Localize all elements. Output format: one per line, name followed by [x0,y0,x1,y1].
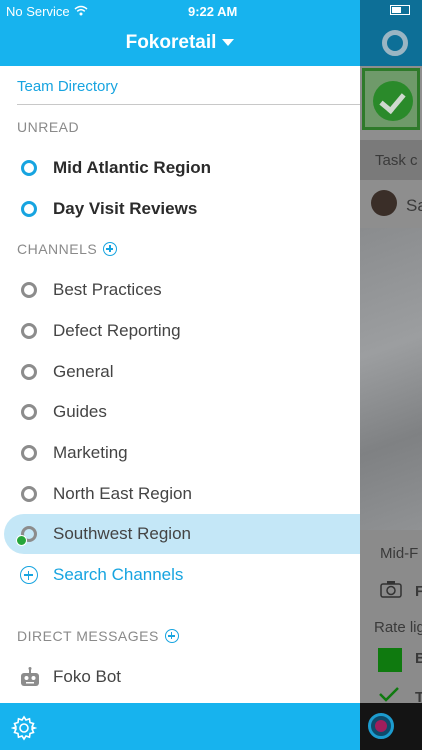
channel-item-day-visit-reviews[interactable]: Day Visit Reviews [0,189,360,229]
region-text: Mid-F [380,545,419,562]
channel-label: Guides [53,402,107,421]
green-square-icon [378,648,402,672]
chevron-down-icon [222,39,235,47]
background-content-pane[interactable]: Task c Sa Mid-F F Rate lig B T [360,0,422,750]
search-channels-button[interactable]: Search Channels [0,555,360,595]
search-channels-label: Search Channels [53,565,184,584]
status-bar: No Service 9:22 AM [0,4,422,20]
divider [17,104,360,105]
drawer-footer [0,703,360,750]
channel-label: Southwest Region [53,524,191,543]
ring-icon [382,30,408,56]
checkmark-logo-icon [373,81,413,121]
photo-image [360,228,422,530]
channel-label: General [53,362,114,381]
clock-text: 9:22 AM [188,4,238,19]
section-unread: UNREAD [17,119,79,135]
channel-label: Defect Reporting [53,321,181,340]
robot-icon [21,667,39,686]
section-channels: CHANNELS [17,241,118,257]
user-name-text: Sa [406,196,422,215]
channel-label: Best Practices [53,280,162,299]
channel-item-mid-atlantic-region[interactable]: Mid Atlantic Region [0,148,360,188]
channel-ring-icon [21,445,37,461]
channel-ring-icon [21,323,37,339]
channel-item-north-east-region[interactable]: North East Region [0,474,360,514]
navigation-drawer: Fokoretail Team Directory UNREAD Mid Atl… [0,0,360,750]
add-channel-icon[interactable] [103,242,118,256]
content-footer [360,703,422,750]
plus-circle-icon [20,566,38,584]
channel-item-best-practices[interactable]: Best Practices [0,270,360,310]
channel-ring-icon [21,160,37,176]
row-b-text: B [415,650,422,667]
channel-item-southwest-region[interactable]: Southwest Region [4,514,360,554]
carrier-text: No Service [6,4,70,19]
row-f-text: F [415,583,422,600]
channel-ring-icon [21,282,37,298]
channel-label: Marketing [53,443,128,462]
channel-ring-icon [21,201,37,217]
check-icon [379,687,399,702]
channel-label: Mid Atlantic Region [53,158,212,177]
channel-label: Day Visit Reviews [53,199,198,218]
team-directory-link[interactable]: Team Directory [17,78,118,95]
app-logo [362,68,420,130]
team-switcher[interactable]: Fokoretail [0,32,360,54]
channel-item-marketing[interactable]: Marketing [0,433,360,473]
avatar [371,190,397,216]
channel-item-guides[interactable]: Guides [0,392,360,432]
rate-text: Rate lig [374,619,422,636]
section-channels-label: CHANNELS [17,241,98,257]
channel-ring-icon [21,404,37,420]
record-button-icon[interactable] [368,713,394,739]
online-status-icon [16,535,27,546]
channel-label: North East Region [53,484,192,503]
dm-item-foko-bot[interactable]: Foko Bot [0,657,360,697]
section-direct-messages-label: DIRECT MESSAGES [17,628,159,644]
add-direct-message-icon[interactable] [164,629,179,643]
section-unread-label: UNREAD [17,119,80,135]
channel-ring-icon [21,486,37,502]
team-name: Fokoretail [125,32,217,53]
channel-item-defect-reporting[interactable]: Defect Reporting [0,311,360,351]
task-text: Task c [375,152,418,169]
dm-label: Foko Bot [53,667,122,686]
channel-ring-icon [21,364,37,380]
camera-icon [380,581,402,598]
wifi-icon [74,5,88,16]
channel-item-general[interactable]: General [0,352,360,392]
section-direct-messages: DIRECT MESSAGES [17,628,179,644]
gear-icon[interactable] [11,715,37,741]
